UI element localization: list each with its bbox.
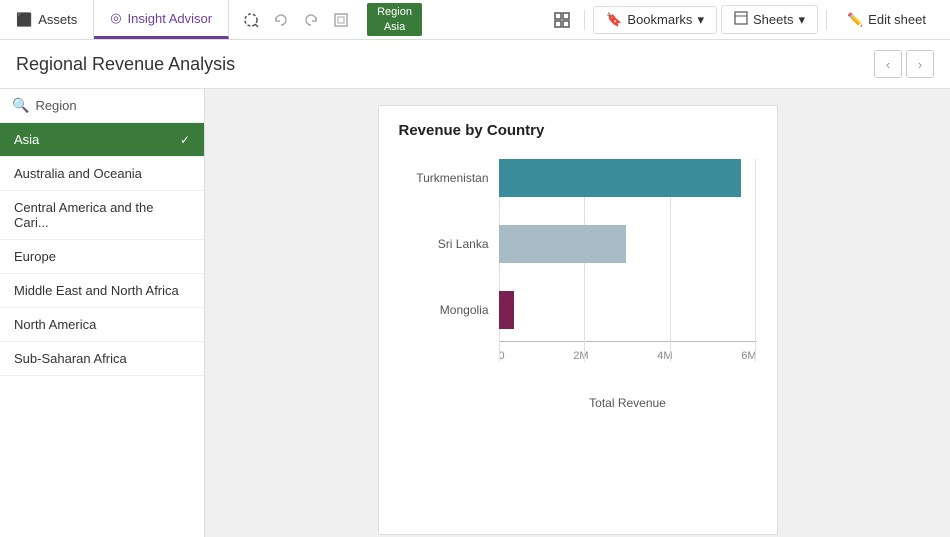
redo-icon[interactable] xyxy=(297,6,325,34)
bar-label-srilanka: Sri Lanka xyxy=(399,237,499,251)
sheets-chevron-icon: ▾ xyxy=(798,12,805,28)
snapshot-icon[interactable] xyxy=(327,6,355,34)
edit-icon: ✏️ xyxy=(847,12,863,28)
search-box[interactable]: 🔍 xyxy=(0,89,204,123)
bookmarks-button[interactable]: 🔖 Bookmarks ▾ xyxy=(593,6,717,34)
list-item-label: Asia xyxy=(14,132,39,147)
edit-sheet-button[interactable]: ✏️ Edit sheet xyxy=(835,7,938,33)
page-navigation-arrows: ‹ › xyxy=(874,50,934,78)
toolbar-icons xyxy=(229,6,363,34)
list-item-label: Sub-Saharan Africa xyxy=(14,351,127,366)
x-tick-0: 0 xyxy=(499,350,505,362)
sheets-button[interactable]: Sheets ▾ xyxy=(721,5,818,34)
chart-container: Revenue by Country Turkmenistan Sri xyxy=(378,105,778,535)
list-item-label: Middle East and North Africa xyxy=(14,283,179,298)
prev-page-button[interactable]: ‹ xyxy=(874,50,902,78)
list-item-asia[interactable]: Asia ✓ xyxy=(0,123,204,157)
assets-label: Assets xyxy=(38,12,77,27)
list-item-europe[interactable]: Europe xyxy=(0,240,204,274)
list-item-label: Central America and the Cari... xyxy=(14,200,190,230)
list-item-label: Australia and Oceania xyxy=(14,166,142,181)
bar-mongolia xyxy=(499,291,515,329)
list-item-north-america[interactable]: North America xyxy=(0,308,204,342)
chart-area: Revenue by Country Turkmenistan Sri xyxy=(205,89,950,537)
grid-view-icon[interactable] xyxy=(548,6,576,34)
bar-turkmenistan xyxy=(499,159,741,197)
nav-right-controls: 🔖 Bookmarks ▾ Sheets ▾ ✏️ Edit sheet xyxy=(536,5,950,34)
assets-tab[interactable]: ⬛ Assets xyxy=(0,0,94,39)
undo-icon[interactable] xyxy=(267,6,295,34)
x-axis-label: Total Revenue xyxy=(399,396,757,410)
sidebar: 🔍 Asia ✓ Australia and Oceania Central A… xyxy=(0,89,205,537)
search-input[interactable] xyxy=(35,98,192,113)
main-content: 🔍 Asia ✓ Australia and Oceania Central A… xyxy=(0,89,950,537)
chart-title: Revenue by Country xyxy=(399,122,757,139)
lasso-icon[interactable] xyxy=(237,6,265,34)
list-item-sub-saharan[interactable]: Sub-Saharan Africa xyxy=(0,342,204,376)
x-tick-4m: 4M xyxy=(657,350,672,362)
page-title: Regional Revenue Analysis xyxy=(16,54,235,75)
x-tick-6m: 6M xyxy=(741,350,756,362)
check-icon: ✓ xyxy=(180,133,190,147)
bar-srilanka xyxy=(499,225,626,263)
search-icon: 🔍 xyxy=(12,97,29,114)
top-navigation: ⬛ Assets ◎ Insight Advisor xyxy=(0,0,950,40)
list-item-australia[interactable]: Australia and Oceania xyxy=(0,157,204,191)
assets-icon: ⬛ xyxy=(16,12,32,28)
region-filter-pill[interactable]: Region Asia xyxy=(367,3,422,36)
insight-icon: ◎ xyxy=(110,10,121,26)
next-page-button[interactable]: › xyxy=(906,50,934,78)
bar-label-mongolia: Mongolia xyxy=(399,303,499,317)
insight-advisor-tab[interactable]: ◎ Insight Advisor xyxy=(94,0,229,39)
bar-label-turkmenistan: Turkmenistan xyxy=(399,171,499,185)
x-tick-2m: 2M xyxy=(573,350,588,362)
list-item-label: Europe xyxy=(14,249,56,264)
list-item-middle-east[interactable]: Middle East and North Africa xyxy=(0,274,204,308)
list-item-central-america[interactable]: Central America and the Cari... xyxy=(0,191,204,240)
page-header: Regional Revenue Analysis ‹ › xyxy=(0,40,950,89)
insight-label: Insight Advisor xyxy=(128,11,213,26)
sheets-icon xyxy=(734,11,748,28)
bookmark-icon: 🔖 xyxy=(606,12,622,28)
list-item-label: North America xyxy=(14,317,96,332)
bookmarks-chevron-icon: ▾ xyxy=(697,12,704,28)
